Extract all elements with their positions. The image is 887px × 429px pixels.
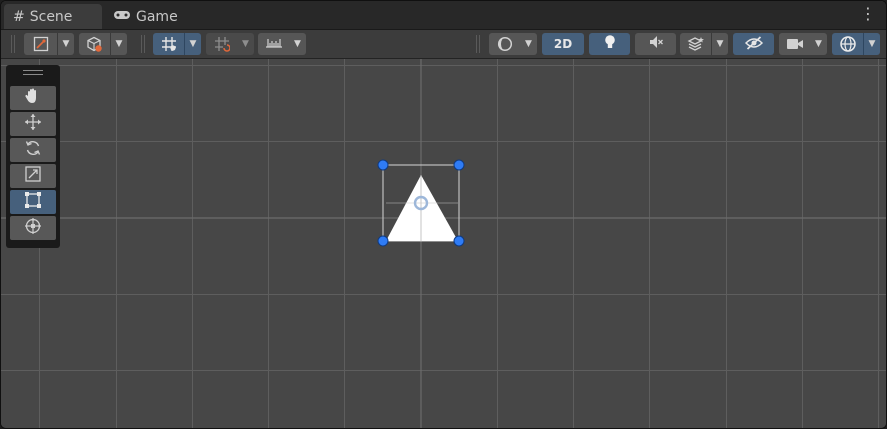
- chevron-down-icon: ▼: [57, 33, 74, 55]
- rotate-icon: [24, 139, 42, 161]
- hand-icon: [24, 87, 42, 109]
- scene-viewport[interactable]: [1, 59, 886, 428]
- tab-scene[interactable]: # Scene: [4, 4, 102, 29]
- scene-window: # Scene Game ⋮ ▼ ▼ ▼ ▼ ▼ ▼ 2D ▼ ▼ ▼: [0, 0, 887, 429]
- tab-game-label: Game: [136, 8, 178, 25]
- grid-snap-button[interactable]: ▼: [153, 33, 201, 55]
- chevron-down-icon: ▼: [242, 39, 249, 49]
- tab-game[interactable]: Game: [105, 4, 199, 29]
- layers-effects-icon: [680, 33, 711, 55]
- audio-mute-icon: [648, 34, 664, 54]
- ruler-icon: [259, 33, 290, 55]
- corner-handle-top-right[interactable]: [453, 159, 465, 171]
- tab-bar: # Scene Game ⋮: [1, 1, 886, 30]
- gizmo-globe-icon: [832, 33, 863, 55]
- eye-hidden-icon: [744, 35, 763, 54]
- camera-icon: [780, 33, 811, 55]
- scene-visibility-toggle[interactable]: [733, 33, 774, 55]
- chevron-down-icon: ▼: [110, 33, 127, 55]
- toolbar-grip[interactable]: [141, 35, 145, 53]
- view-2d-label: 2D: [553, 37, 573, 51]
- scale-icon: [24, 165, 42, 187]
- chevron-down-icon: ▼: [294, 39, 301, 49]
- panel-grip[interactable]: [23, 74, 43, 75]
- corner-handle-bottom-right[interactable]: [453, 235, 465, 247]
- transform-tool-button[interactable]: [10, 216, 56, 240]
- effects-button[interactable]: ▼: [680, 33, 728, 55]
- audio-toggle[interactable]: [635, 33, 676, 55]
- increment-snap-button[interactable]: ▼: [258, 33, 306, 55]
- panel-grip[interactable]: [23, 70, 43, 71]
- move-icon: [24, 113, 42, 135]
- hand-tool-button[interactable]: [10, 86, 56, 110]
- tools-overlay: [6, 65, 60, 248]
- toolbar-grip[interactable]: [11, 35, 15, 53]
- rect-tool-button[interactable]: [10, 190, 56, 214]
- chevron-down-icon: ▼: [184, 33, 201, 55]
- toolbar-grip[interactable]: [476, 35, 480, 53]
- more-options-icon[interactable]: ⋮: [860, 6, 876, 22]
- gizmos-button[interactable]: ▼: [832, 33, 880, 55]
- grid-snap-icon: [153, 33, 184, 55]
- grid-snap-settings-button[interactable]: ▼: [206, 33, 254, 55]
- shading-mode-button[interactable]: ▼: [489, 33, 537, 55]
- move-tool-button[interactable]: [10, 112, 56, 136]
- chevron-down-icon: ▼: [815, 39, 822, 49]
- chevron-down-icon: ▼: [525, 39, 532, 49]
- hash-icon: #: [13, 8, 25, 25]
- draw-mode-icon: [24, 33, 57, 55]
- scene-toolbar: ▼ ▼ ▼ ▼ ▼ ▼ 2D ▼ ▼ ▼: [1, 30, 886, 59]
- chevron-down-icon: ▼: [711, 33, 728, 55]
- triangle-sprite[interactable]: [372, 154, 472, 254]
- corner-handle-bottom-left[interactable]: [377, 235, 389, 247]
- tab-scene-label: Scene: [29, 8, 73, 25]
- lighting-toggle[interactable]: [589, 33, 630, 55]
- corner-handle-top-left[interactable]: [377, 159, 389, 171]
- sphere-shading-icon: [490, 33, 521, 55]
- rect-transform-icon: [24, 191, 42, 213]
- render-mode-button[interactable]: ▼: [79, 33, 127, 55]
- chevron-down-icon: ▼: [863, 33, 880, 55]
- transform-icon: [24, 217, 42, 239]
- snap-increment-icon: [207, 33, 238, 55]
- draw-mode-button[interactable]: ▼: [24, 33, 74, 55]
- camera-settings-button[interactable]: ▼: [779, 33, 827, 55]
- scale-tool-button[interactable]: [10, 164, 56, 188]
- gamepad-icon: [113, 9, 131, 25]
- cube-icon: [79, 33, 110, 55]
- lightbulb-icon: [603, 34, 617, 54]
- rotate-tool-button[interactable]: [10, 138, 56, 162]
- view-2d-toggle[interactable]: 2D: [542, 33, 584, 55]
